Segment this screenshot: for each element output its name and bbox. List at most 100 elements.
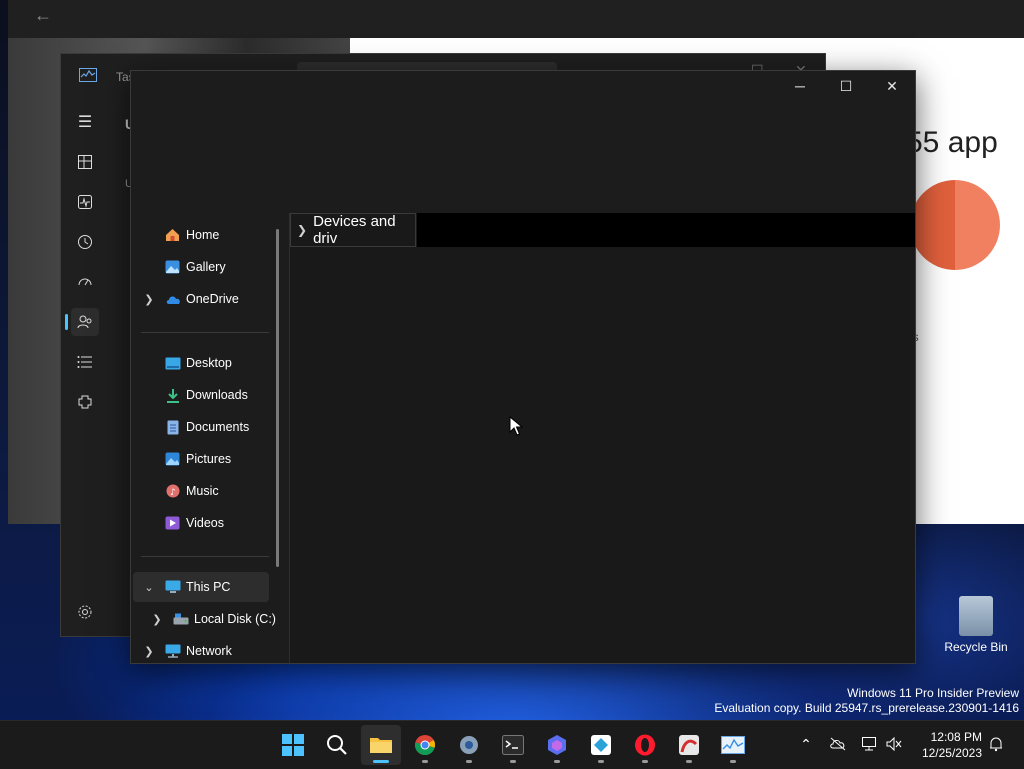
chevron-right-icon[interactable]: ❯ — [143, 293, 155, 306]
nav-item-label: Home — [186, 228, 220, 242]
chevron-up-icon[interactable]: ⌃ — [797, 735, 815, 753]
downloads-icon — [164, 388, 181, 403]
nav-item-this-pc[interactable]: ⌄ This PC — [133, 572, 269, 602]
local-disk-icon — [172, 612, 189, 627]
startup-apps-icon[interactable] — [71, 268, 99, 296]
nav-item-pictures[interactable]: Pictures — [133, 444, 269, 474]
page-headline: 55 app — [906, 126, 998, 159]
onedrive-tray-icon[interactable] — [829, 735, 847, 753]
nav-item-network[interactable]: ❯ Network — [133, 636, 269, 666]
nav-separator — [141, 556, 269, 557]
hamburger-icon[interactable]: ☰ — [71, 108, 99, 136]
notification-bell-icon[interactable] — [987, 735, 1005, 753]
settings-taskbar-button[interactable] — [449, 725, 489, 765]
start-icon — [282, 734, 304, 756]
explorer-content-area[interactable]: ❯ Devices and driv — [290, 213, 915, 663]
close-icon[interactable]: ✕ — [869, 71, 915, 101]
running-indicator — [686, 760, 692, 763]
devices-and-drives-group-header[interactable]: ❯ Devices and driv — [290, 213, 416, 247]
nav-item-home[interactable]: Home — [133, 220, 269, 250]
task-manager-icon — [721, 736, 745, 754]
nav-item-onedrive[interactable]: ❯ OneDrive — [133, 284, 269, 314]
chrome-icon — [414, 735, 436, 756]
nav-item-label: Local Disk (C:) — [194, 612, 276, 626]
clock-date: 12/25/2023 — [921, 746, 982, 760]
evaluation-watermark: Windows 11 Pro Insider Preview Evaluatio… — [714, 686, 1019, 716]
task-manager-taskbar-button[interactable] — [713, 725, 753, 765]
chevron-right-icon[interactable]: ❯ — [143, 645, 155, 658]
chevron-down-icon[interactable]: ⌄ — [143, 581, 155, 594]
task-manager-logo-icon — [79, 68, 97, 82]
running-indicator — [466, 760, 472, 763]
active-indicator — [373, 760, 389, 763]
nav-item-label: Music — [186, 484, 219, 498]
recycle-bin-shortcut[interactable]: Recycle Bin — [944, 596, 1008, 654]
file-explorer-icon — [370, 738, 392, 753]
running-indicator — [730, 760, 736, 763]
running-indicator — [510, 760, 516, 763]
nav-item-documents[interactable]: Documents — [133, 412, 269, 442]
nav-item-videos[interactable]: Videos — [133, 508, 269, 538]
nav-item-label: OneDrive — [186, 292, 239, 306]
settings-icon[interactable] — [71, 598, 99, 626]
chrome-taskbar-button[interactable] — [405, 725, 445, 765]
file-explorer-taskbar-button[interactable] — [361, 725, 401, 765]
running-indicator — [554, 760, 560, 763]
copilot-taskbar-button[interactable] — [537, 725, 577, 765]
rendering-artifact — [417, 213, 915, 247]
terminal-taskbar-button[interactable] — [493, 725, 533, 765]
app-history-icon[interactable] — [71, 228, 99, 256]
details-icon[interactable] — [71, 348, 99, 376]
clock-time: 12:08 PM — [930, 730, 982, 744]
home-icon — [164, 228, 181, 243]
recycle-bin-label: Recycle Bin — [944, 640, 1008, 654]
nav-item-music[interactable]: ♪ Music — [133, 476, 269, 506]
watermark-line-2: Evaluation copy. Build 25947.rs_prerelea… — [714, 701, 1019, 715]
processes-icon[interactable] — [71, 148, 99, 176]
back-arrow-icon[interactable]: ← — [34, 5, 52, 26]
browser-toolbar: ← — [8, 0, 1024, 38]
nav-item-label: Videos — [186, 516, 224, 530]
minimize-icon[interactable]: ─ — [777, 71, 823, 101]
onedrive-icon — [164, 292, 181, 307]
opera-taskbar-button[interactable] — [625, 725, 665, 765]
nav-item-label: Downloads — [186, 388, 248, 402]
nav-item-local-disk[interactable]: ❯ Local Disk (C:) — [133, 604, 276, 634]
videos-icon — [164, 516, 181, 531]
running-indicator — [598, 760, 604, 763]
terminal-icon — [502, 735, 524, 755]
nav-item-label: Documents — [186, 420, 250, 434]
maximize-icon[interactable]: ☐ — [823, 71, 869, 101]
nav-item-downloads[interactable]: Downloads — [133, 380, 269, 410]
start-button[interactable] — [273, 725, 313, 765]
volume-muted-icon[interactable] — [885, 735, 903, 753]
file-explorer-window[interactable]: ─ ☐ ✕ Home Gallery ❯ OneDrive Desktop Do… — [130, 70, 916, 664]
performance-icon[interactable] — [71, 188, 99, 216]
opera-icon — [635, 734, 655, 756]
nav-item-desktop[interactable]: Desktop — [133, 348, 269, 378]
group-header-label: Devices and driv — [313, 213, 396, 247]
pdf-icon — [679, 735, 699, 755]
nav-item-gallery[interactable]: Gallery — [133, 252, 269, 282]
search-icon — [327, 735, 347, 755]
app-taskbar-button[interactable] — [581, 725, 621, 765]
desktop-folder-icon — [164, 356, 181, 371]
nav-item-label: This PC — [186, 580, 231, 594]
network-icon — [164, 644, 181, 659]
navigation-pane: Home Gallery ❯ OneDrive Desktop Download… — [131, 213, 289, 663]
svg-text:♪: ♪ — [170, 488, 176, 498]
chevron-right-icon[interactable]: ❯ — [297, 223, 307, 237]
taskbar-clock[interactable]: 12:08 PM 12/25/2023 — [912, 729, 982, 761]
nav-scrollbar[interactable] — [276, 229, 279, 567]
pdf-taskbar-button[interactable] — [669, 725, 709, 765]
network-tray-icon[interactable] — [861, 735, 879, 753]
services-icon[interactable] — [71, 388, 99, 416]
search-button[interactable] — [317, 725, 357, 765]
nav-item-label: Network — [186, 644, 232, 658]
pie-graphic — [910, 180, 1000, 270]
users-icon[interactable] — [65, 308, 99, 336]
documents-icon — [164, 420, 181, 435]
chevron-right-icon[interactable]: ❯ — [151, 613, 163, 626]
gallery-icon — [164, 260, 181, 275]
explorer-header: ─ ☐ ✕ — [131, 71, 915, 213]
